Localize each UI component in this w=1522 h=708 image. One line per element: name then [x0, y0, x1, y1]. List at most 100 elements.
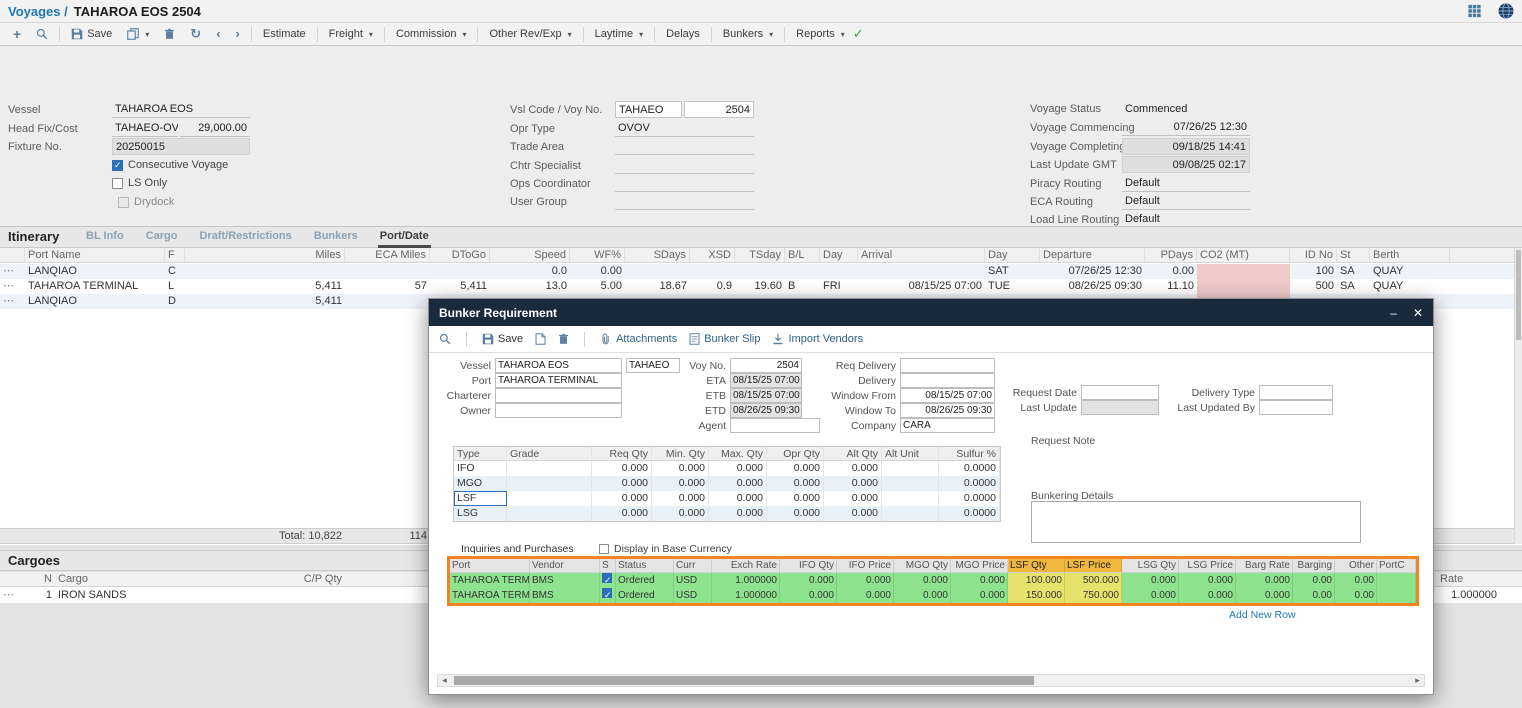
note-icon[interactable] — [535, 333, 546, 345]
voyage-commencing-field[interactable]: 07/26/25 12:30 — [1122, 119, 1250, 136]
lsg-qty-cell[interactable]: 0.000 — [1122, 573, 1179, 588]
tab-cargo[interactable]: Cargo — [144, 227, 180, 248]
bl-cell[interactable]: B — [785, 279, 820, 294]
berth-cell[interactable]: QUAY — [1370, 264, 1450, 279]
co2-cell[interactable] — [1197, 264, 1290, 279]
min-qty-cell[interactable]: 0.000 — [652, 506, 709, 521]
laytime-menu-button[interactable]: Laytime▾ — [588, 26, 651, 42]
status-cell[interactable]: Ordered — [616, 573, 674, 588]
vsl-code-field[interactable]: TAHAEO — [615, 101, 682, 118]
row-handle[interactable]: ⋯ — [0, 264, 25, 279]
tsday-cell[interactable]: 19.60 — [735, 279, 785, 294]
portcost-cell[interactable] — [1377, 588, 1416, 603]
new-button[interactable]: + — [6, 26, 28, 42]
row-handle[interactable]: ⋯ — [0, 587, 25, 603]
max-qty-cell[interactable]: 0.000 — [709, 491, 767, 506]
s-cell[interactable] — [600, 573, 616, 588]
cp-qty-cell[interactable] — [275, 587, 345, 603]
arrival-cell[interactable] — [858, 264, 985, 279]
last-updated-by-field[interactable] — [1259, 400, 1333, 415]
mgo-qty-cell[interactable]: 0.000 — [894, 588, 951, 603]
miles-cell[interactable]: 5,411 — [185, 279, 345, 294]
barging-cell[interactable]: 0.00 — [1293, 588, 1335, 603]
tsday-cell[interactable] — [735, 264, 785, 279]
eca-routing-field[interactable]: Default — [1122, 193, 1250, 210]
port-cell[interactable]: TAHAROA TERMINAL — [450, 588, 530, 603]
minimize-button[interactable]: – — [1390, 306, 1397, 320]
other-cell[interactable]: 0.00 — [1335, 588, 1377, 603]
tab-draft-restrictions[interactable]: Draft/Restrictions — [197, 227, 293, 248]
n-cell[interactable]: 1 — [25, 587, 55, 603]
min-qty-cell[interactable]: 0.000 — [652, 491, 709, 506]
window-from-field[interactable]: 08/15/25 07:00 — [900, 388, 995, 403]
piracy-routing-field[interactable]: Default — [1122, 175, 1250, 192]
head-fix-amount-field[interactable]: 29,000.00 — [180, 120, 250, 137]
owner-field[interactable] — [495, 403, 622, 418]
type-cell[interactable]: MGO — [454, 476, 507, 491]
alt-qty-cell[interactable]: 0.000 — [824, 506, 882, 521]
attachments-button[interactable]: Attachments — [600, 333, 677, 345]
wf-cell[interactable]: 5.00 — [570, 279, 625, 294]
lsf-qty-cell[interactable]: 150.000 — [1008, 588, 1065, 603]
user-group-field[interactable] — [615, 193, 754, 210]
eca-cell[interactable] — [345, 264, 430, 279]
opr-type-field[interactable]: OVOV — [615, 120, 754, 137]
lsf-qty-cell[interactable]: 100.000 — [1008, 573, 1065, 588]
trash-icon[interactable] — [558, 333, 569, 345]
grade-cell[interactable] — [507, 461, 592, 476]
miles-cell[interactable]: 5,411 — [185, 294, 345, 309]
opr-qty-cell[interactable]: 0.000 — [767, 491, 824, 506]
mgo-price-cell[interactable]: 0.000 — [951, 588, 1008, 603]
speed-cell[interactable]: 0.0 — [490, 264, 570, 279]
prev-button[interactable]: ‹ — [209, 26, 227, 42]
vendor-cell[interactable]: BMS — [530, 588, 600, 603]
next-button[interactable]: › — [229, 26, 247, 42]
reports-menu-button[interactable]: Reports▾ — [789, 26, 852, 42]
port-cell[interactable]: TAHAROA TERMINAL — [450, 573, 530, 588]
other-cell[interactable]: 0.00 — [1335, 573, 1377, 588]
f-cell[interactable]: L — [165, 279, 185, 294]
request-date-field[interactable] — [1081, 385, 1159, 400]
ifo-price-cell[interactable]: 0.000 — [837, 588, 894, 603]
s-cell[interactable] — [600, 588, 616, 603]
dialog-save-button[interactable]: Save — [482, 333, 523, 345]
consecutive-voyage-checkbox[interactable]: Consecutive Voyage — [112, 158, 228, 172]
type-cell[interactable]: LSG — [454, 506, 507, 521]
vendor-cell[interactable]: BMS — [530, 573, 600, 588]
tab-bl-info[interactable]: BL Info — [84, 227, 126, 248]
opr-qty-cell[interactable]: 0.000 — [767, 476, 824, 491]
bunkers-menu-button[interactable]: Bunkers▾ — [716, 26, 780, 42]
save-button[interactable]: Save — [64, 26, 119, 42]
sulfur-cell[interactable]: 0.0000 — [939, 506, 1000, 521]
globe-icon[interactable] — [1498, 3, 1514, 19]
ifo-qty-cell[interactable]: 0.000 — [780, 588, 837, 603]
alt-unit-cell[interactable] — [882, 491, 939, 506]
delivery-field[interactable] — [900, 373, 995, 388]
curr-cell[interactable]: USD — [674, 588, 712, 603]
portcost-cell[interactable] — [1377, 573, 1416, 588]
port-field[interactable]: TAHAROA TERMINAL — [495, 373, 622, 388]
checkbox-checked-icon[interactable] — [602, 588, 612, 598]
delete-button[interactable] — [157, 26, 182, 42]
alt-qty-cell[interactable]: 0.000 — [824, 461, 882, 476]
sdays-cell[interactable]: 18.67 — [625, 279, 690, 294]
search-icon[interactable] — [439, 333, 451, 345]
search-button[interactable] — [29, 26, 55, 42]
load-line-routing-field[interactable]: Default — [1122, 211, 1250, 228]
vessel-field[interactable]: TAHAROA EOS — [495, 358, 622, 373]
min-qty-cell[interactable]: 0.000 — [652, 461, 709, 476]
cargo-cell[interactable]: IRON SANDS — [55, 587, 275, 603]
breadcrumb[interactable]: Voyages / — [8, 4, 68, 19]
lsg-price-cell[interactable]: 0.000 — [1179, 573, 1236, 588]
scroll-right-button[interactable]: ▸ — [1411, 675, 1424, 686]
row-handle[interactable]: ⋯ — [0, 294, 25, 309]
delays-button[interactable]: Delays — [659, 26, 707, 42]
eca-cell[interactable]: 57 — [345, 279, 430, 294]
lsg-qty-cell[interactable]: 0.000 — [1122, 588, 1179, 603]
max-qty-cell[interactable]: 0.000 — [709, 461, 767, 476]
barging-cell[interactable]: 0.00 — [1293, 573, 1335, 588]
delivery-type-field[interactable] — [1259, 385, 1333, 400]
departure-cell[interactable]: 08/26/25 09:30 — [1040, 279, 1145, 294]
wf-cell[interactable]: 0.00 — [570, 264, 625, 279]
f-cell[interactable]: C — [165, 264, 185, 279]
